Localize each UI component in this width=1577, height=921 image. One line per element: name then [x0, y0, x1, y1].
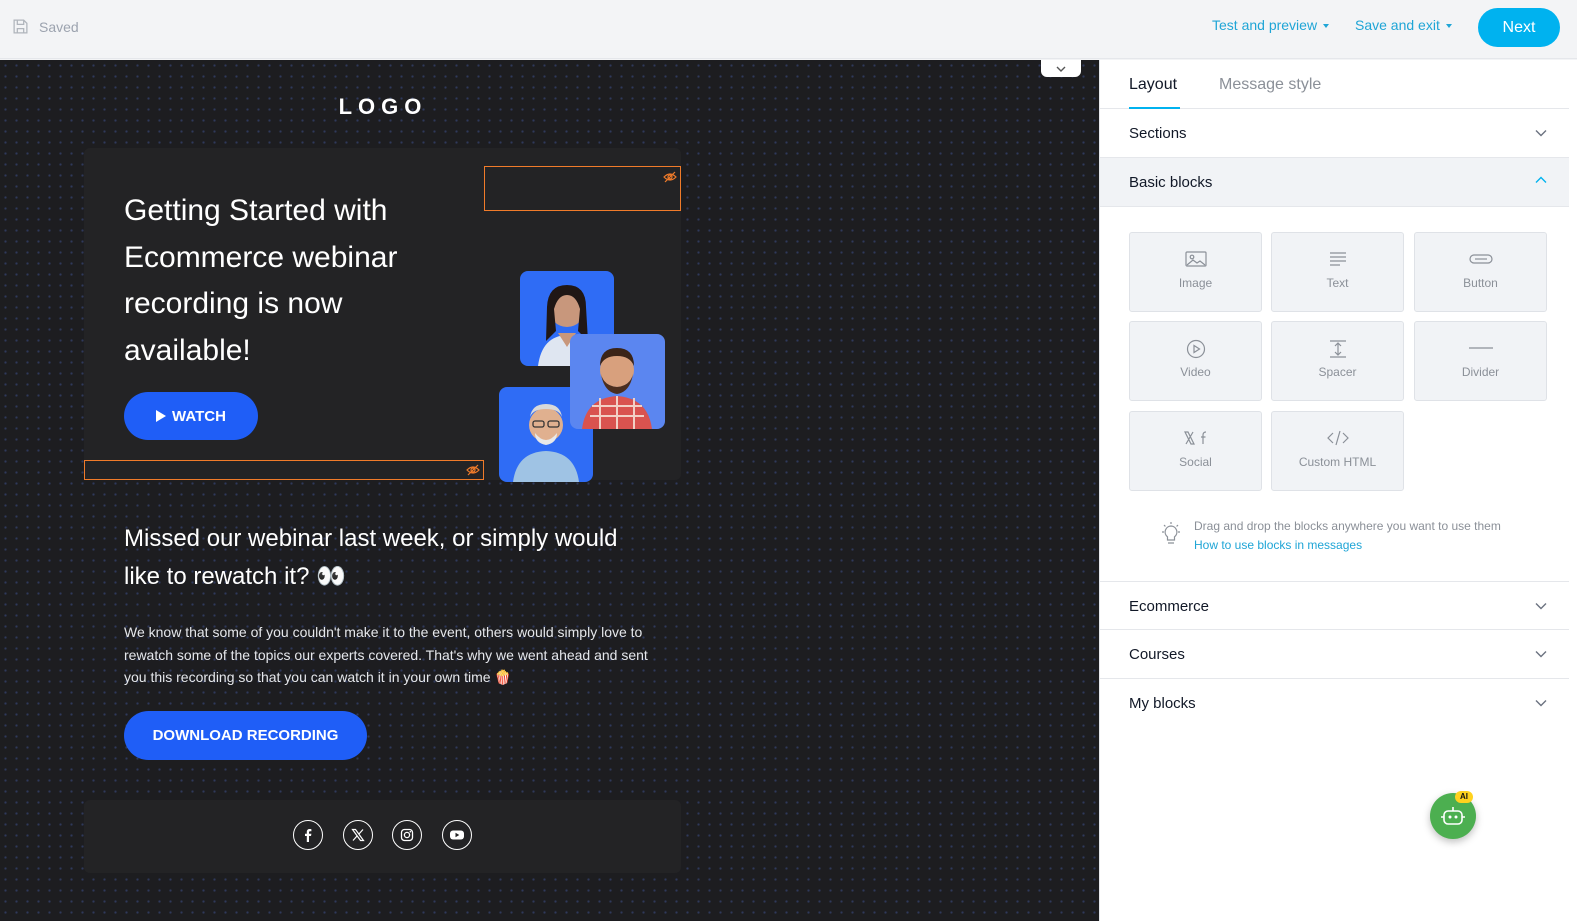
block-label: Text: [1326, 276, 1349, 290]
accordion-label: Basic blocks: [1129, 174, 1213, 191]
block-label: Divider: [1461, 365, 1500, 379]
code-icon: [1326, 430, 1349, 446]
block-label: Button: [1463, 276, 1498, 290]
watch-label: WATCH: [172, 407, 226, 425]
accordion-label: Sections: [1129, 125, 1187, 142]
save-and-exit-dropdown[interactable]: Save and exit: [1355, 17, 1452, 33]
chevron-down-icon: [1535, 603, 1547, 610]
caret-down-icon: [1323, 24, 1330, 28]
block-social[interactable]: Social: [1129, 411, 1262, 491]
chevron-down-icon: [1535, 651, 1547, 658]
facebook-icon[interactable]: [293, 820, 323, 850]
robot-icon: [1441, 807, 1465, 825]
tab-message-style[interactable]: Message style: [1219, 76, 1321, 94]
download-recording-button[interactable]: DOWNLOAD RECORDING: [124, 711, 367, 760]
block-spacer[interactable]: Spacer: [1271, 321, 1404, 401]
block-custom-html[interactable]: Custom HTML: [1271, 411, 1404, 491]
social-footer: [84, 800, 681, 873]
caret-down-icon: [1445, 24, 1452, 28]
chevron-up-icon: [1535, 176, 1547, 183]
block-video[interactable]: Video: [1129, 321, 1262, 401]
chevron-down-icon: [1535, 700, 1547, 707]
floppy-disk-icon: [13, 19, 28, 34]
eye-off-icon: [663, 171, 677, 183]
watch-button[interactable]: WATCH: [124, 392, 258, 440]
intro-heading: Missed our webinar last week, or simply …: [124, 525, 618, 590]
youtube-icon[interactable]: [442, 820, 472, 850]
accordion-basic-blocks[interactable]: Basic blocks: [1100, 158, 1569, 207]
social-icon: [1183, 431, 1206, 445]
hint-text: Drag and drop the blocks anywhere you wa…: [1194, 519, 1501, 533]
email-canvas[interactable]: LOGO Getting Started with Ecommerce webi…: [0, 60, 1099, 921]
chevron-down-icon: [1535, 130, 1547, 137]
block-label: Video: [1180, 365, 1211, 379]
button-icon: [1468, 254, 1493, 264]
accordion-label: Ecommerce: [1129, 598, 1210, 615]
speaker-photo: [570, 334, 665, 429]
divider-icon: [1468, 347, 1493, 349]
how-to-use-blocks-link[interactable]: How to use blocks in messages: [1194, 536, 1501, 555]
text-icon: [1329, 252, 1346, 266]
ai-assistant-button[interactable]: AI: [1430, 791, 1476, 839]
collapse-toggle[interactable]: [1041, 60, 1081, 77]
panel-tabs: Layout Message style: [1100, 60, 1569, 109]
test-and-preview-label: Test and preview: [1212, 17, 1318, 33]
video-icon: [1186, 339, 1205, 359]
email-logo: LOGO: [338, 94, 428, 119]
hero-title: Getting Started with Ecommerce webinar r…: [124, 194, 398, 367]
saved-label: Saved: [39, 18, 79, 35]
block-label: Spacer: [1318, 365, 1357, 379]
top-bar: Saved Test and preview Save and exit Nex…: [0, 0, 1577, 59]
tab-layout[interactable]: Layout: [1129, 76, 1177, 94]
blocks-hint: Drag and drop the blocks anywhere you wa…: [1194, 517, 1501, 554]
hidden-block-outline[interactable]: [84, 460, 484, 480]
lightbulb-icon: [1162, 522, 1180, 544]
test-and-preview-dropdown[interactable]: Test and preview: [1212, 17, 1330, 33]
intro-paragraph: We know that some of you couldn't make i…: [124, 624, 648, 685]
eye-off-icon: [466, 464, 480, 476]
ai-badge: AI: [1455, 791, 1473, 803]
accordion-label: Courses: [1129, 646, 1185, 663]
accordion-my-blocks[interactable]: My blocks: [1100, 679, 1569, 728]
x-icon[interactable]: [343, 820, 373, 850]
block-label: Image: [1178, 276, 1213, 290]
accordion-ecommerce[interactable]: Ecommerce: [1100, 581, 1569, 630]
accordion-label: My blocks: [1129, 695, 1196, 712]
hidden-block-outline[interactable]: [484, 166, 681, 211]
save-status: Saved: [12, 18, 79, 35]
chevron-down-icon: [1056, 66, 1066, 72]
block-image[interactable]: Image: [1129, 232, 1262, 312]
block-label: Social: [1179, 455, 1212, 469]
accordion-courses[interactable]: Courses: [1100, 630, 1569, 679]
image-icon: [1184, 251, 1207, 267]
block-text[interactable]: Text: [1271, 232, 1404, 312]
accordion-sections[interactable]: Sections: [1100, 109, 1569, 158]
block-button[interactable]: Button: [1414, 232, 1547, 312]
blocks-panel: Layout Message style Sections Basic bloc…: [1099, 60, 1577, 921]
instagram-icon[interactable]: [392, 820, 422, 850]
block-divider[interactable]: Divider: [1414, 321, 1547, 401]
save-and-exit-label: Save and exit: [1355, 17, 1440, 33]
block-label: Custom HTML: [1298, 455, 1377, 469]
next-button[interactable]: Next: [1478, 8, 1560, 47]
play-icon: [156, 410, 167, 422]
spacer-icon: [1329, 340, 1346, 358]
hero-section[interactable]: Getting Started with Ecommerce webinar r…: [84, 148, 681, 482]
